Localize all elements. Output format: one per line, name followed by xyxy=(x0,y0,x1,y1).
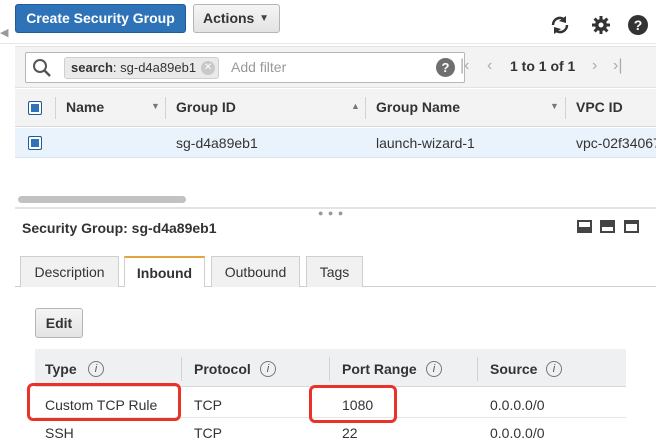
actions-label: Actions xyxy=(203,10,255,26)
column-divider xyxy=(365,97,366,119)
search-filter-input[interactable]: search: sg-d4a89eb1 ✕ Add filter ? xyxy=(25,52,465,83)
pagination-text: 1 to 1 of 1 xyxy=(510,58,576,74)
info-icon[interactable]: i xyxy=(260,361,276,377)
info-icon[interactable]: i xyxy=(546,361,562,377)
col-protocol: Protocol xyxy=(194,361,251,377)
rule-protocol: TCP xyxy=(194,425,222,441)
row-vpc-id: vpc-02f34067 xyxy=(576,135,656,151)
col-port-range: Port Range xyxy=(342,361,417,377)
col-group-id[interactable]: Group ID xyxy=(176,99,236,115)
row-checkbox[interactable] xyxy=(28,136,42,150)
create-security-group-button[interactable]: Create Security Group xyxy=(15,4,186,33)
select-all-checkbox[interactable] xyxy=(28,101,42,115)
tab-tags[interactable]: Tags xyxy=(306,256,363,287)
chevron-down-icon: ▼ xyxy=(259,13,269,24)
detail-title: Security Group: sg-d4a89eb1 xyxy=(22,220,217,236)
rule-source: 0.0.0.0/0 xyxy=(490,397,545,413)
rule-source: 0.0.0.0/0 xyxy=(490,425,545,441)
next-page-icon[interactable]: › xyxy=(592,57,597,75)
col-source: Source xyxy=(490,361,538,377)
token-value: : sg-d4a89eb1 xyxy=(112,60,197,75)
tab-inbound[interactable]: Inbound xyxy=(124,256,205,288)
last-page-icon[interactable]: ›| xyxy=(613,57,622,75)
column-divider xyxy=(165,97,166,119)
tab-description[interactable]: Description xyxy=(20,256,119,287)
column-divider xyxy=(477,357,478,381)
filter-help-icon[interactable]: ? xyxy=(436,58,455,77)
collapse-arrow-icon[interactable]: ◀ xyxy=(0,26,8,42)
col-vpc-id[interactable]: VPC ID xyxy=(576,99,623,115)
col-type: Type xyxy=(45,361,77,377)
add-filter-placeholder[interactable]: Add filter xyxy=(231,59,286,75)
actions-dropdown-button[interactable]: Actions ▼ xyxy=(193,4,280,33)
first-page-icon[interactable]: |‹ xyxy=(460,57,469,75)
refresh-icon[interactable] xyxy=(549,14,571,36)
info-icon[interactable]: i xyxy=(426,361,442,377)
tab-outbound[interactable]: Outbound xyxy=(211,256,300,287)
token-key: search xyxy=(71,60,113,75)
scrollbar-thumb[interactable] xyxy=(18,196,186,203)
column-divider xyxy=(55,97,56,119)
prev-page-icon[interactable]: ‹ xyxy=(487,57,492,75)
instances-grid-header: Name ▼ Group ID ▲ Group Name ▼ VPC ID xyxy=(15,89,656,127)
help-icon[interactable]: ? xyxy=(627,14,649,36)
col-group-name[interactable]: Group Name xyxy=(376,99,460,115)
table-row[interactable]: sg-d4a89eb1 launch-wizard-1 vpc-02f34067 xyxy=(15,128,656,158)
row-group-id: sg-d4a89eb1 xyxy=(176,135,258,151)
layout-split-icon[interactable] xyxy=(600,220,615,233)
search-token[interactable]: search: sg-d4a89eb1 ✕ xyxy=(64,57,220,79)
svg-text:?: ? xyxy=(634,17,643,33)
col-name[interactable]: Name xyxy=(66,99,104,115)
rules-table-header: Type i Protocol i Port Range i Source i xyxy=(35,349,626,387)
edit-button[interactable]: Edit xyxy=(35,308,83,338)
layout-bottom-icon[interactable] xyxy=(577,220,592,233)
drag-handle-icon[interactable]: ● ● ● xyxy=(318,208,344,218)
column-divider xyxy=(565,97,566,119)
sort-caret-icon[interactable]: ▼ xyxy=(550,101,559,111)
clear-token-icon[interactable]: ✕ xyxy=(201,61,216,75)
search-icon xyxy=(33,59,51,77)
info-icon[interactable]: i xyxy=(88,361,104,377)
rule-type: SSH xyxy=(45,425,74,441)
highlight-box-type xyxy=(27,383,181,421)
rule-port-range: 22 xyxy=(342,425,358,441)
row-group-name: launch-wizard-1 xyxy=(376,135,475,151)
layout-full-icon[interactable] xyxy=(624,220,639,233)
highlight-box-port xyxy=(309,385,397,423)
gear-icon[interactable] xyxy=(590,14,612,36)
rule-protocol: TCP xyxy=(194,397,222,413)
column-divider xyxy=(329,357,330,381)
filter-bar: search: sg-d4a89eb1 ✕ Add filter ? |‹ ‹ … xyxy=(15,46,656,88)
sort-ascending-icon[interactable]: ▲ xyxy=(351,101,360,111)
sort-caret-icon[interactable]: ▼ xyxy=(151,101,160,111)
column-divider xyxy=(181,357,182,381)
